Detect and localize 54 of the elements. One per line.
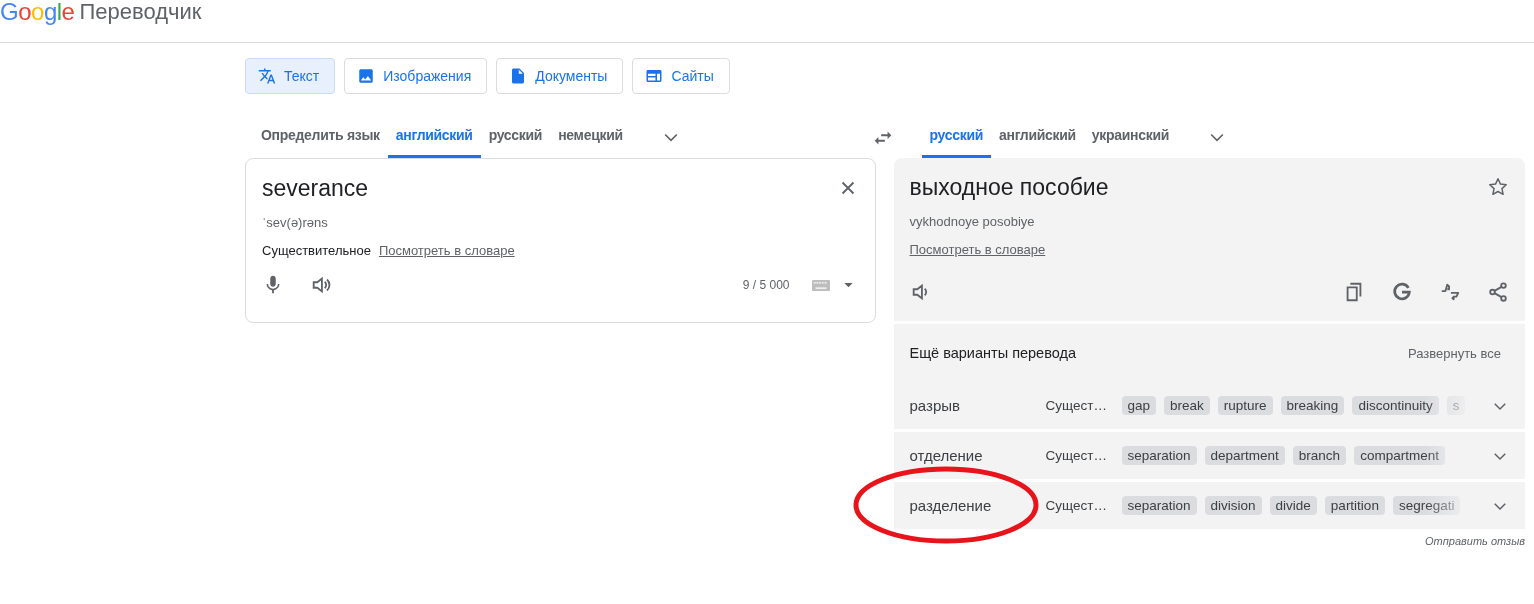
language-tab[interactable]: английский [387,115,481,158]
synonym-chip[interactable]: separation [1121,496,1197,515]
alternative-row[interactable]: разделение Сущест… separation division divide partition segregati [893,482,1525,529]
synonym-chip[interactable]: divide [1269,496,1317,515]
mode-tab[interactable]: Текст [245,58,336,94]
language-tab[interactable]: русский [480,115,551,158]
language-tab[interactable]: Определить язык [245,115,388,158]
synonym-chip[interactable]: department [1204,446,1285,465]
synonym-chip[interactable]: rupture [1217,396,1273,415]
dictionary-link[interactable]: Посмотреть в словаре [378,243,515,258]
alternative-row[interactable]: отделение Сущест… separation department branch compartment [893,432,1525,479]
feedback-link[interactable]: Отправить отзыв [1425,535,1525,547]
share-icon[interactable] [1487,281,1509,303]
source-text-field[interactable]: severance [262,173,369,203]
synonym-chip[interactable]: breaking [1280,396,1345,415]
synonym-chip[interactable]: division [1204,496,1262,515]
synonym-chip[interactable]: branch [1292,446,1347,465]
part-of-speech: Существительное [262,243,371,258]
synonym-chip[interactable]: separation [1121,446,1197,465]
character-counter: 9 / 5 000 [742,278,790,292]
alternative-row[interactable]: разрыв Сущест… gap break rupture breaking discontinuity s [893,382,1525,429]
website-icon [645,67,664,85]
synonym-chip[interactable]: break [1164,396,1210,415]
alternative-word: отделение [909,447,984,464]
language-tab[interactable]: английский [991,115,1084,158]
synonym-chip[interactable]: compartment [1354,446,1445,465]
app-title: Переводчик [79,0,202,24]
translation-text: выходное пособие [909,173,1109,202]
speaker-icon[interactable] [310,274,332,296]
part-of-speech: Сущест… [1045,498,1108,513]
part-of-speech: Сущест… [1045,448,1108,463]
alternatives-title: Ещё варианты перевода [909,345,1076,361]
dictionary-link[interactable]: Посмотреть в словаре [909,242,1046,257]
transliteration-text: vykhodnoye posobiye [909,214,1036,229]
g-letter-icon[interactable] [1391,281,1413,303]
phonetic-text: ˈsev(ə)rəns [262,215,329,230]
mode-tab[interactable]: Сайты [632,58,730,94]
part-of-speech: Сущест… [1045,398,1108,413]
synonym-chip[interactable]: partition [1324,496,1385,515]
expand-all-button[interactable]: Развернуть все [1408,345,1501,361]
google-logo[interactable]: Google [0,0,75,24]
language-tab[interactable]: немецкий [550,115,631,158]
alternative-word: разрыв [909,397,961,414]
alternative-word: разделение [909,497,993,514]
synonym-chip[interactable]: gap [1121,396,1157,415]
synonym-chip[interactable]: segregati [1392,496,1461,515]
synonym-chip[interactable]: discontinuity [1352,396,1439,415]
caret-icon[interactable] [843,282,853,288]
image-icon [357,67,376,85]
language-tab[interactable]: украинский [1083,115,1178,158]
mode-tab[interactable]: Документы [496,58,624,94]
mode-tab[interactable]: Изображения [344,58,488,94]
translate-icon [258,67,276,85]
star-icon[interactable] [1487,176,1509,198]
